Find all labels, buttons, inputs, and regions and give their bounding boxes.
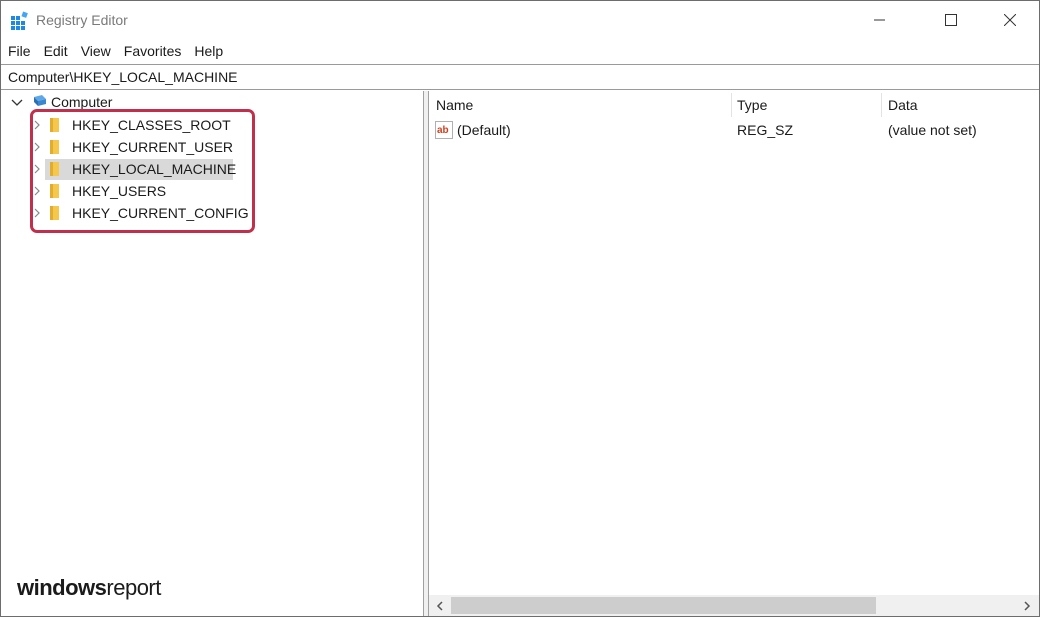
column-divider[interactable]: [881, 93, 882, 117]
address-bar[interactable]: Computer\HKEY_LOCAL_MACHINE: [1, 64, 1039, 90]
minimize-button[interactable]: [851, 1, 909, 39]
minimize-icon: [874, 19, 885, 21]
scrollbar-thumb[interactable]: [451, 597, 876, 614]
close-icon: [1004, 14, 1016, 26]
title-bar[interactable]: Registry Editor: [1, 1, 1039, 39]
column-header-data[interactable]: Data: [888, 97, 918, 113]
watermark-logo: windowsreport: [17, 575, 161, 601]
menu-help[interactable]: Help: [187, 41, 229, 63]
column-header-type[interactable]: Type: [737, 97, 767, 113]
key-tree-pane[interactable]: Computer HKEY_CLASSES_ROOT HKEY_CURRENT_…: [1, 91, 424, 616]
menu-bar: File Edit View Favorites Help: [1, 41, 229, 63]
window-title: Registry Editor: [36, 12, 128, 28]
scroll-right-button[interactable]: [1018, 597, 1036, 614]
expanded-chevron-icon[interactable]: [11, 99, 23, 107]
registry-editor-app-icon: [11, 11, 28, 30]
column-divider[interactable]: [731, 93, 732, 117]
menu-view[interactable]: View: [74, 41, 117, 63]
horizontal-scrollbar[interactable]: [429, 595, 1039, 616]
scroll-left-button[interactable]: [431, 597, 449, 614]
close-button[interactable]: [981, 1, 1039, 39]
menu-edit[interactable]: Edit: [37, 41, 74, 63]
menu-file[interactable]: File: [1, 41, 37, 63]
watermark-part2: report: [106, 575, 161, 600]
scroll-left-arrow-icon: [436, 600, 443, 611]
value-name: (Default): [457, 122, 511, 138]
watermark-part1: windows: [17, 575, 107, 600]
values-list-pane[interactable]: Name Type Data ab (Default) REG_SZ (valu…: [428, 91, 1039, 616]
value-data: (value not set): [888, 122, 977, 138]
string-value-icon: ab: [435, 121, 453, 139]
scroll-right-arrow-icon: [1024, 600, 1031, 611]
maximize-button[interactable]: [922, 1, 980, 39]
address-path[interactable]: Computer\HKEY_LOCAL_MACHINE: [8, 69, 238, 85]
column-header-name[interactable]: Name: [436, 97, 473, 113]
annotation-highlight-box: [30, 109, 255, 233]
computer-icon: [34, 95, 46, 106]
svg-text:ab: ab: [437, 125, 449, 136]
registry-editor-window: Registry Editor File Edit View Favorites…: [0, 0, 1040, 617]
value-type: REG_SZ: [737, 122, 794, 138]
menu-favorites[interactable]: Favorites: [117, 41, 188, 63]
maximize-icon: [945, 14, 957, 26]
